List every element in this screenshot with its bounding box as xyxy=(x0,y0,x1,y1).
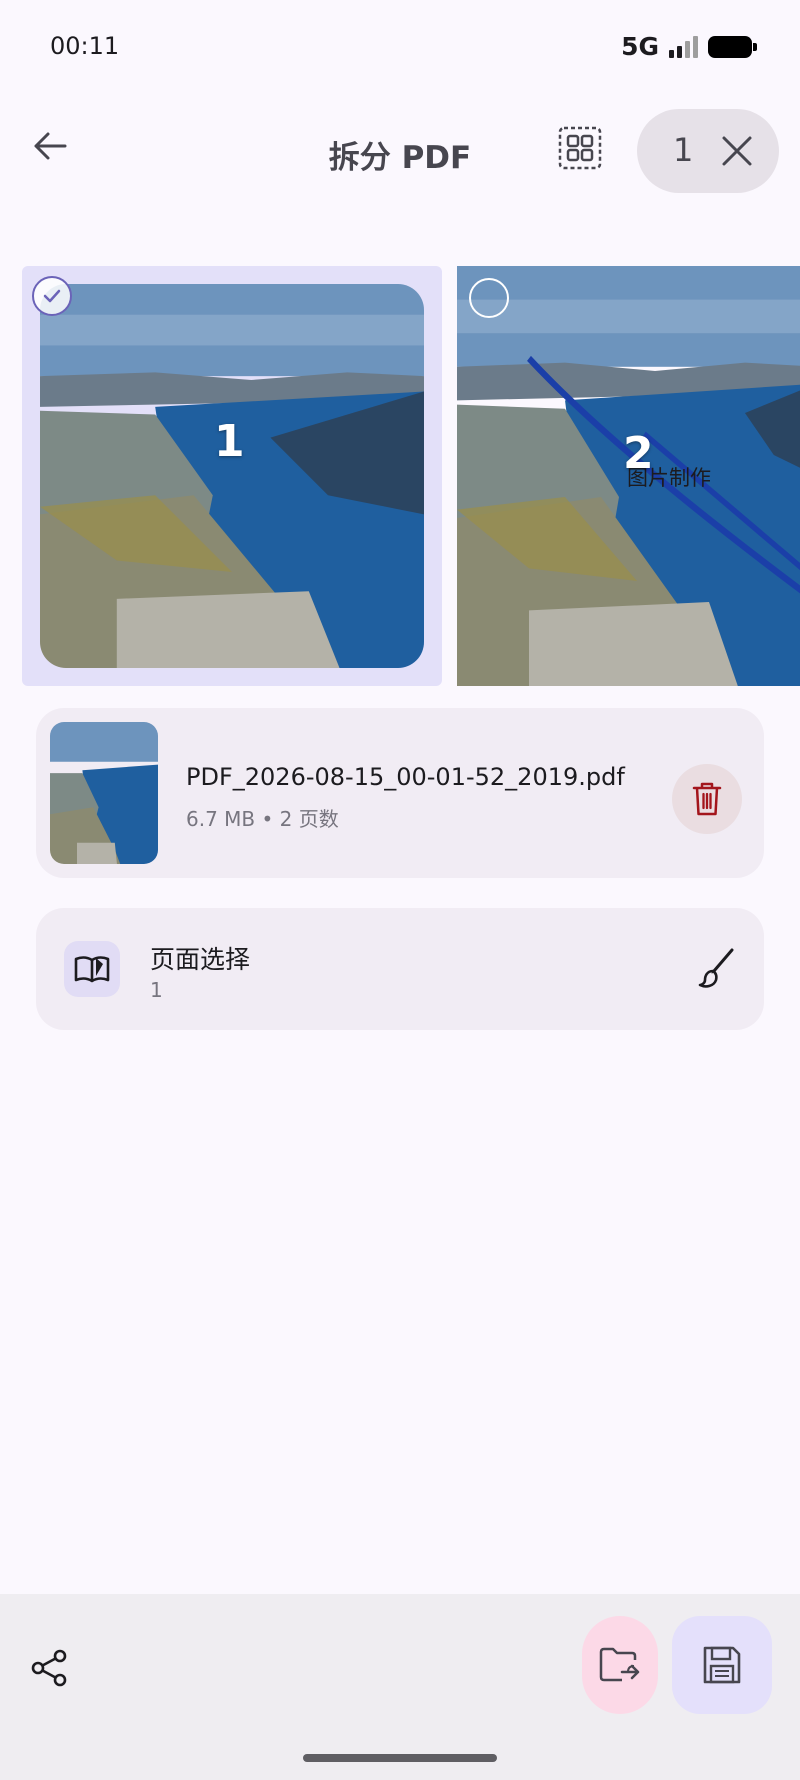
share-button[interactable] xyxy=(22,1640,78,1696)
file-thumbnail xyxy=(50,722,158,864)
status-time: 00:11 xyxy=(50,32,120,60)
save-button[interactable] xyxy=(672,1616,772,1714)
status-icons: 5G xyxy=(621,32,757,61)
status-bar: 00:11 5G xyxy=(0,0,800,92)
selected-count: 1 xyxy=(673,131,694,169)
network-type: 5G xyxy=(621,32,659,61)
trash-icon xyxy=(692,782,722,816)
page-selection-label: 页面选择 xyxy=(150,945,251,974)
page-selection-card[interactable]: 页面选择 1 xyxy=(36,908,764,1030)
file-card: PDF_2026-08-15_00-01-52_2019.pdf 6.7 MB … xyxy=(36,708,764,878)
page-thumbnail-strip[interactable]: 1 图片制作 2 xyxy=(0,266,800,690)
select-grid-icon xyxy=(558,126,602,170)
select-all-button[interactable] xyxy=(548,116,612,180)
battery-icon xyxy=(708,35,757,58)
home-indicator[interactable] xyxy=(303,1754,497,1762)
signal-icon xyxy=(669,35,698,58)
selected-check-icon[interactable] xyxy=(32,276,72,316)
bottom-action-bar xyxy=(0,1594,800,1780)
folder-move-icon xyxy=(599,1647,640,1682)
close-icon xyxy=(722,136,752,166)
unselected-radio-icon[interactable] xyxy=(469,278,509,318)
page-number-label: 1 xyxy=(214,416,245,467)
open-book-icon xyxy=(64,941,120,997)
delete-file-button[interactable] xyxy=(672,764,742,834)
brush-icon xyxy=(698,948,734,988)
page-image xyxy=(40,284,424,668)
top-app-bar: 拆分 PDF 1 xyxy=(0,96,800,206)
page-selection-value: 1 xyxy=(150,978,163,1002)
page-thumbnail-2[interactable]: 图片制作 2 xyxy=(457,266,800,686)
save-icon xyxy=(703,1646,741,1684)
file-name: PDF_2026-08-15_00-01-52_2019.pdf xyxy=(186,763,625,791)
clear-selection-button[interactable] xyxy=(713,127,761,175)
page-number-label: 2 xyxy=(623,428,654,479)
file-meta: 6.7 MB • 2 页数 xyxy=(186,807,339,831)
page-thumbnail-1[interactable]: 1 xyxy=(22,266,442,686)
share-icon xyxy=(31,1649,67,1687)
move-to-folder-button[interactable] xyxy=(582,1616,658,1714)
selection-pill: 1 xyxy=(637,109,779,193)
edit-selection-button[interactable] xyxy=(688,940,744,996)
